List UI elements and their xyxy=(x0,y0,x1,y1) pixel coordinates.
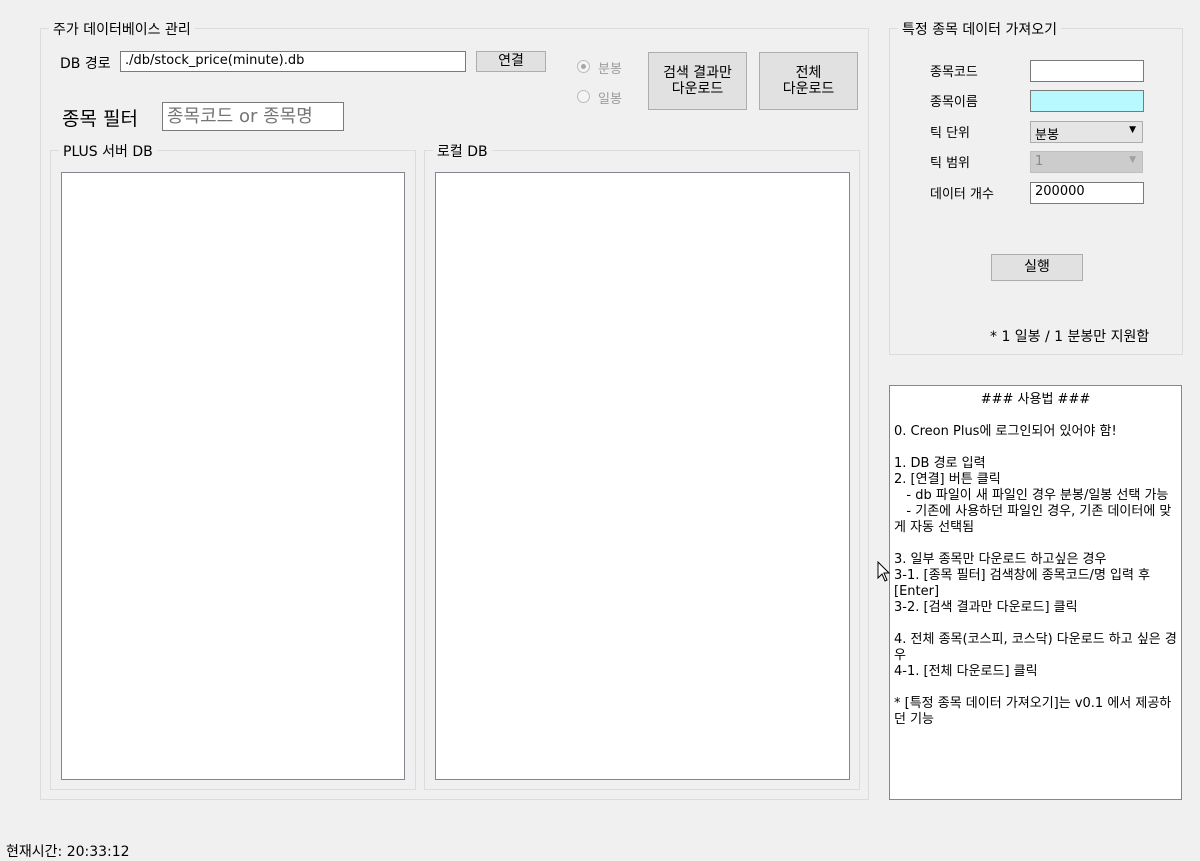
download-all-line1: 전체 xyxy=(795,64,822,81)
tick-unit-label: 틱 단위 xyxy=(930,126,971,141)
day-radio-label: 일봉 xyxy=(598,92,622,107)
local-db-title: 로컬 DB xyxy=(433,141,492,161)
minute-radio[interactable] xyxy=(577,60,590,73)
current-time-label: 현재시간: xyxy=(6,844,63,860)
tick-unit-value: 분봉 xyxy=(1035,128,1059,143)
mouse-cursor-icon xyxy=(877,561,891,582)
usage-title: ### 사용법 ### xyxy=(980,392,1091,407)
stock-code-label: 종목코드 xyxy=(930,65,978,80)
tick-range-label: 틱 범위 xyxy=(930,156,971,171)
data-count-input[interactable]: 200000 xyxy=(1030,182,1144,204)
download-search-results-line1: 검색 결과만 xyxy=(663,64,732,81)
app-window: { "db_group": { "title": "주가 데이터베이스 관리",… xyxy=(0,0,1200,860)
fetch-stock-title: 특정 종목 데이터 가져오기 xyxy=(898,19,1062,39)
day-radio[interactable] xyxy=(577,90,590,103)
stock-filter-input[interactable] xyxy=(162,102,344,131)
download-all-line2: 다운로드 xyxy=(782,81,835,97)
usage-body: 0. Creon Plus에 로그인되어 있어야 함! 1. DB 경로 입력 … xyxy=(894,424,1177,727)
minute-radio-label: 분봉 xyxy=(598,62,622,77)
download-all-button[interactable]: 전체 다운로드 xyxy=(759,52,858,110)
plus-server-db-title: PLUS 서버 DB xyxy=(59,141,157,161)
db-path-input[interactable]: ./db/stock_price(minute).db xyxy=(120,51,466,72)
run-button[interactable]: 실행 xyxy=(991,254,1083,281)
stock-name-input[interactable] xyxy=(1030,90,1144,112)
usage-instructions: ### 사용법 ### 0. Creon Plus에 로그인되어 있어야 함! … xyxy=(889,385,1182,800)
current-time-value: 20:33:12 xyxy=(66,844,130,860)
db-management-title: 주가 데이터베이스 관리 xyxy=(49,19,195,39)
tick-range-value: 1 xyxy=(1035,154,1044,169)
download-search-results-button[interactable]: 검색 결과만 다운로드 xyxy=(648,52,747,110)
download-search-results-line2: 다운로드 xyxy=(671,81,724,97)
chevron-down-icon: ▼ xyxy=(1129,155,1136,165)
tick-unit-select[interactable]: 분봉 ▼ xyxy=(1030,121,1143,143)
local-db-list[interactable] xyxy=(435,172,850,780)
tick-range-select[interactable]: 1 ▼ xyxy=(1030,151,1143,173)
chevron-down-icon: ▼ xyxy=(1129,125,1136,135)
support-note: * 1 일봉 / 1 분봉만 지원함 xyxy=(990,329,1150,345)
plus-server-db-list[interactable] xyxy=(61,172,405,780)
data-count-label: 데이터 개수 xyxy=(930,187,994,202)
status-bar: 현재시간: 20:33:12 xyxy=(6,841,130,861)
db-path-label: DB 경로 xyxy=(60,56,111,72)
stock-name-label: 종목이름 xyxy=(930,95,978,110)
stock-code-input[interactable] xyxy=(1030,60,1144,82)
stock-filter-label: 종목 필터 xyxy=(62,108,138,130)
connect-button[interactable]: 연결 xyxy=(476,51,546,72)
